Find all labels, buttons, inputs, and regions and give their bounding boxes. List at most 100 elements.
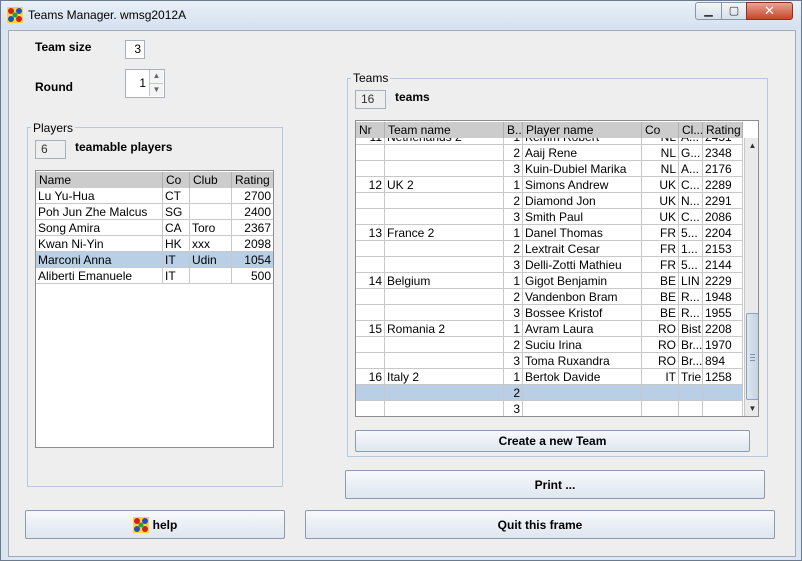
team-size-field[interactable]: 3 <box>125 40 145 59</box>
cell-team[interactable] <box>385 193 504 209</box>
cell-rating[interactable]: 2176 <box>703 161 743 177</box>
cell-cl[interactable]: C... <box>679 177 703 193</box>
cell-co[interactable]: BE <box>642 289 679 305</box>
cell-b[interactable]: 2 <box>504 145 523 161</box>
cell-b[interactable]: 2 <box>504 193 523 209</box>
column-header-team[interactable]: Team name <box>385 122 504 138</box>
cell-nr[interactable]: 13 <box>356 225 385 241</box>
cell-cl[interactable] <box>679 385 703 401</box>
column-header-name[interactable]: Name <box>36 172 163 188</box>
help-button[interactable]: help <box>25 510 285 539</box>
cell-nr[interactable] <box>356 337 385 353</box>
column-header-player[interactable]: Player name <box>523 122 642 138</box>
scroll-thumb[interactable] <box>746 313 758 400</box>
cell-co[interactable]: IT <box>163 268 190 284</box>
table-row[interactable]: 2 Vandenbon Bram BE R... 1948 <box>356 289 743 305</box>
cell-co[interactable]: RO <box>642 337 679 353</box>
scroll-down-icon[interactable]: ▼ <box>745 401 758 416</box>
column-header-rating[interactable]: Rating <box>232 172 273 188</box>
cell-team[interactable] <box>385 209 504 225</box>
cell-rating[interactable]: 2098 <box>232 236 273 252</box>
cell-nr[interactable]: 12 <box>356 177 385 193</box>
column-header-co[interactable]: Co <box>642 122 679 138</box>
cell-co[interactable]: FR <box>642 257 679 273</box>
cell-team[interactable] <box>385 241 504 257</box>
quit-button[interactable]: Quit this frame <box>305 510 775 539</box>
cell-cl[interactable]: A... <box>679 161 703 177</box>
cell-rating[interactable]: 894 <box>703 353 743 369</box>
round-value[interactable]: 1 <box>139 76 146 90</box>
print-button[interactable]: Print ... <box>345 470 765 499</box>
cell-player[interactable] <box>523 385 642 401</box>
cell-nr[interactable] <box>356 209 385 225</box>
cell-club[interactable]: Toro <box>190 220 232 236</box>
cell-team[interactable] <box>385 353 504 369</box>
cell-rating[interactable] <box>703 401 743 416</box>
table-row[interactable]: Lu Yu-Hua CT 2700 <box>36 188 273 204</box>
cell-nr[interactable] <box>356 241 385 257</box>
cell-player[interactable]: Delli-Zotti Mathieu <box>523 257 642 273</box>
close-button[interactable]: ✕ <box>746 2 793 20</box>
cell-player[interactable] <box>523 401 642 416</box>
cell-player[interactable]: Suciu Irina <box>523 337 642 353</box>
cell-b[interactable]: 1 <box>504 177 523 193</box>
cell-b[interactable]: 3 <box>504 257 523 273</box>
teams-scrollbar[interactable]: ▲ ▼ <box>744 138 758 416</box>
table-row[interactable]: 16 Italy 2 1 Bertok Davide IT Trie 1258 <box>356 369 743 385</box>
cell-player[interactable]: Bossee Kristof <box>523 305 642 321</box>
cell-team[interactable]: Belgium <box>385 273 504 289</box>
cell-co[interactable]: CA <box>163 220 190 236</box>
cell-co[interactable]: RO <box>642 321 679 337</box>
cell-nr[interactable] <box>356 401 385 416</box>
cell-rating[interactable]: 2204 <box>703 225 743 241</box>
cell-nr[interactable] <box>356 305 385 321</box>
cell-team[interactable] <box>385 145 504 161</box>
cell-team[interactable] <box>385 305 504 321</box>
table-row[interactable]: Aliberti Emanuele IT 500 <box>36 268 273 284</box>
cell-cl[interactable]: 5... <box>679 257 703 273</box>
round-spinner[interactable]: 1 ▲ ▼ <box>125 69 165 98</box>
cell-cl[interactable]: R... <box>679 289 703 305</box>
cell-rating[interactable]: 2229 <box>703 273 743 289</box>
cell-club[interactable] <box>190 188 232 204</box>
cell-rating[interactable]: 2208 <box>703 321 743 337</box>
table-row[interactable]: 12 UK 2 1 Simons Andrew UK C... 2289 <box>356 177 743 193</box>
cell-co[interactable]: HK <box>163 236 190 252</box>
cell-nr[interactable] <box>356 161 385 177</box>
cell-rating[interactable]: 2700 <box>232 188 273 204</box>
create-team-button[interactable]: Create a new Team <box>355 430 750 452</box>
table-row[interactable]: 2 Aaij Rene NL G... 2348 <box>356 145 743 161</box>
cell-team[interactable] <box>385 161 504 177</box>
column-header-b[interactable]: B... <box>504 122 523 138</box>
table-row[interactable]: 13 France 2 1 Danel Thomas FR 5... 2204 <box>356 225 743 241</box>
cell-b[interactable]: 1 <box>504 273 523 289</box>
cell-co[interactable]: IT <box>163 252 190 268</box>
table-row[interactable]: 3 <box>356 401 743 416</box>
cell-rating[interactable]: 1258 <box>703 369 743 385</box>
cell-cl[interactable]: C... <box>679 209 703 225</box>
cell-nr[interactable] <box>356 289 385 305</box>
maximize-button[interactable]: ▢ <box>721 2 747 20</box>
table-row[interactable]: Marconi Anna IT Udin 1054 <box>36 252 273 268</box>
cell-co[interactable]: FR <box>642 225 679 241</box>
table-row[interactable]: 14 Belgium 1 Gigot Benjamin BE LIN 2229 <box>356 273 743 289</box>
players-table[interactable]: Name Co Club Rating Lu Yu-Hua CT 2700 Poh Jun Z… <box>35 170 274 448</box>
cell-player[interactable]: Vandenbon Bram <box>523 289 642 305</box>
cell-cl[interactable]: N... <box>679 193 703 209</box>
cell-player[interactable]: Kuin-Dubiel Marika <box>523 161 642 177</box>
teams-table[interactable]: NrTeam nameB...Player nameCoCl...Rating 1… <box>355 120 759 417</box>
cell-cl[interactable]: 5... <box>679 225 703 241</box>
cell-team[interactable] <box>385 257 504 273</box>
cell-co[interactable]: UK <box>642 193 679 209</box>
cell-b[interactable]: 3 <box>504 161 523 177</box>
cell-cl[interactable]: Br... <box>679 337 703 353</box>
cell-player[interactable]: Bertok Davide <box>523 369 642 385</box>
cell-cl[interactable]: Bist <box>679 321 703 337</box>
cell-club[interactable]: Udin <box>190 252 232 268</box>
cell-rating[interactable]: 1955 <box>703 305 743 321</box>
cell-player[interactable]: Diamond Jon <box>523 193 642 209</box>
table-row[interactable]: Song Amira CA Toro 2367 <box>36 220 273 236</box>
cell-name[interactable]: Poh Jun Zhe Malcus <box>36 204 163 220</box>
cell-player[interactable]: Smith Paul <box>523 209 642 225</box>
cell-team[interactable]: Italy 2 <box>385 369 504 385</box>
